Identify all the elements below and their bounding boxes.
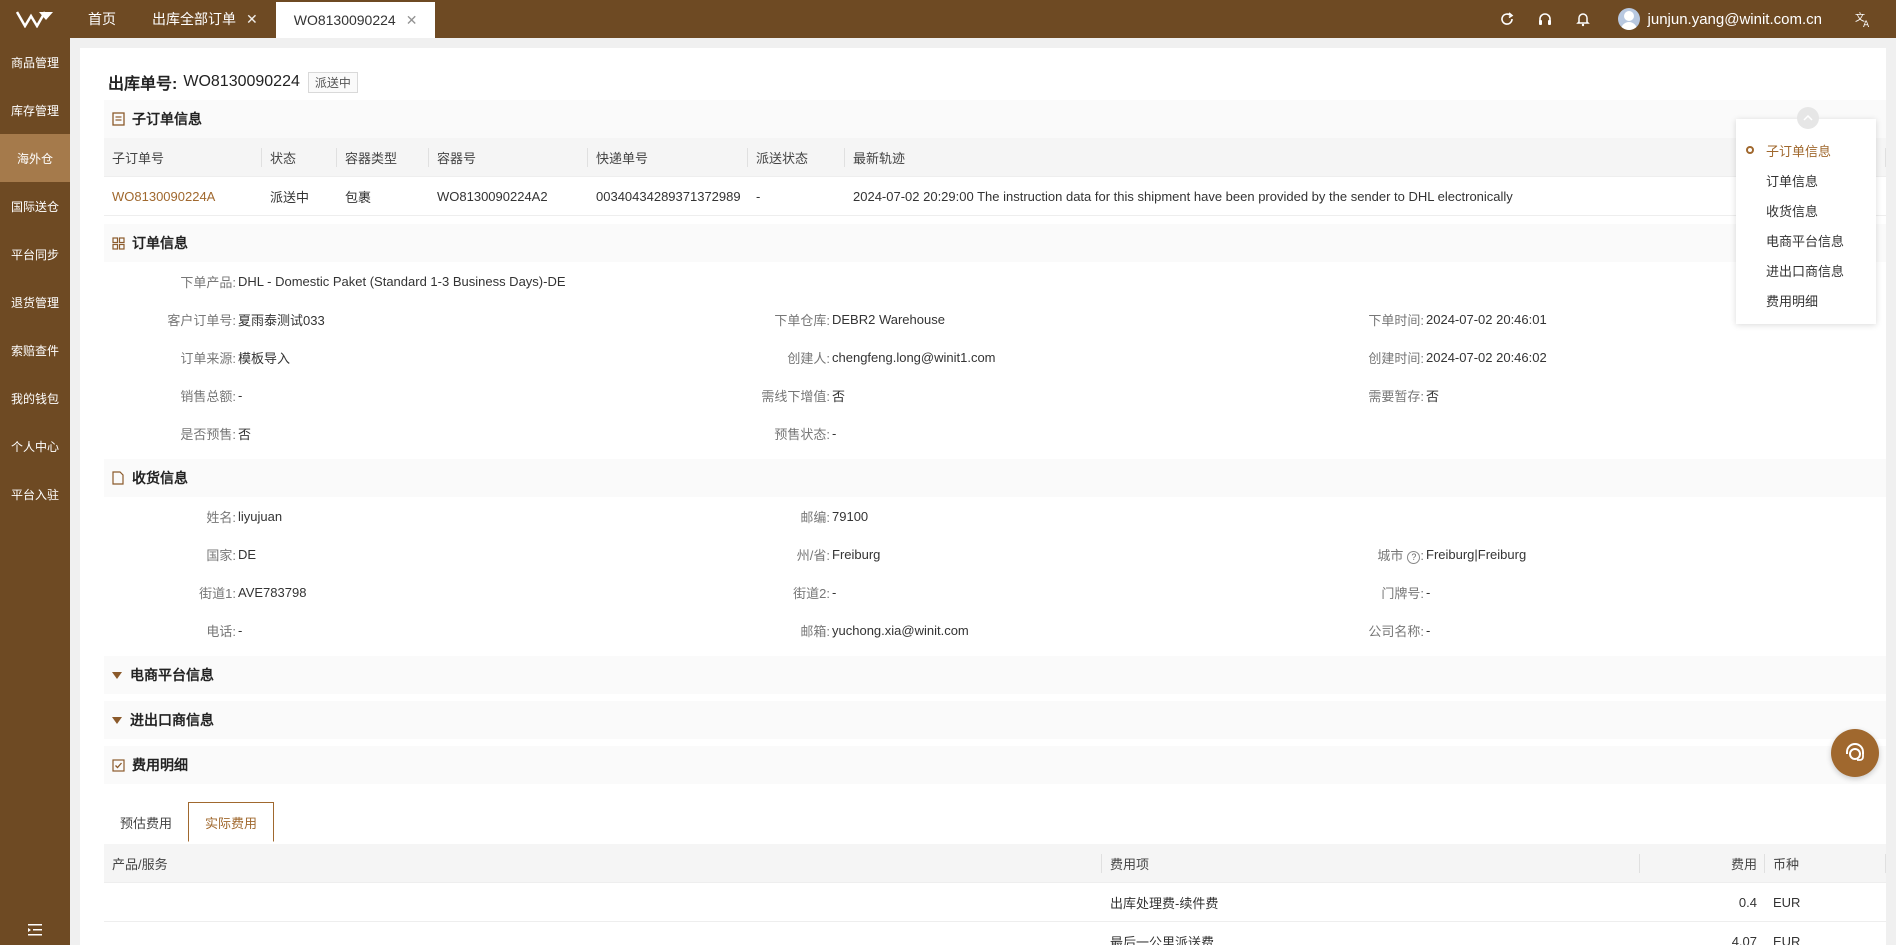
sidebar-item-products[interactable]: 商品管理 [0, 38, 70, 86]
sidebar-item-international[interactable]: 国际送仓 [0, 182, 70, 230]
column-header: 容器号 [429, 138, 588, 176]
help-icon[interactable]: ? [1407, 550, 1421, 564]
section-ecommerce-info[interactable]: 电商平台信息 [104, 656, 1886, 694]
anchor-item-fees[interactable]: 费用明细 [1766, 291, 1818, 310]
support-agent-icon [1846, 743, 1864, 761]
top-bar: 首页 出库全部订单 ✕ WO8130090224 ✕ junjun.yang@win… [0, 0, 1896, 38]
table-cell: 2024-07-02 20:29:00 The instruction data… [853, 188, 1513, 204]
column-header: 状态 [262, 138, 337, 176]
tab-order-detail[interactable]: WO8130090224 ✕ [275, 2, 436, 38]
grid-icon [112, 236, 126, 250]
info-row: 街道1: AVE783798 街道2: - 门牌号: - [199, 584, 1431, 601]
svg-text:A: A [1863, 20, 1870, 28]
page-title: 出库单号: WO8130090224 派送中 [108, 70, 358, 94]
anchor-item-import-export[interactable]: 进出口商信息 [1766, 261, 1844, 280]
caret-down-icon [112, 716, 122, 724]
table-cell: 00340434289371372989 [596, 188, 741, 204]
sidebar-item-platform-join[interactable]: 平台入驻 [0, 470, 70, 518]
checkbox-icon [112, 758, 126, 772]
section-receiver-info: 收货信息 [104, 459, 1886, 497]
section-order-info: 订单信息 [104, 224, 1886, 262]
column-header: 产品/服务 [104, 844, 1102, 882]
caret-down-icon [112, 671, 122, 679]
sub-order-table: 子订单号 状态 容器类型 容器号 快递单号 派送状态 最新轨迹 WO813009… [104, 138, 1886, 216]
info-row: 订单来源: 模板导入 创建人: chengfeng.long@winit1.com … [180, 349, 1547, 366]
main-content: 出库单号: WO8130090224 派送中 子订单信息 子订单号 状态 容器类… [70, 38, 1896, 945]
top-right-tools: junjun.yang@winit.com.cn 文A [1488, 0, 1896, 38]
column-header: 最新轨迹 [845, 138, 1886, 176]
anchor-item-sub-order[interactable]: 子订单信息 [1766, 141, 1831, 160]
document-icon [112, 112, 126, 126]
order-number: WO8130090224 [183, 73, 300, 90]
anchor-nav: 子订单信息 订单信息 收货信息 电商平台信息 进出口商信息 费用明细 [1736, 119, 1876, 324]
detail-card: 出库单号: WO8130090224 派送中 子订单信息 子订单号 状态 容器类… [80, 48, 1886, 945]
section-sub-order: 子订单信息 [104, 100, 1886, 138]
refresh-icon[interactable] [1497, 9, 1517, 29]
column-header: 费用 [1640, 844, 1765, 882]
table-cell: 派送中 [270, 189, 310, 205]
tab-actual-fees[interactable]: 实际费用 [188, 802, 275, 842]
sidebar-item-claims[interactable]: 索赔查件 [0, 326, 70, 374]
table-cell: 包裹 [345, 189, 372, 205]
table-row: 出库处理费-续件费 0.4 EUR [104, 883, 1886, 922]
order-info-grid: 下单产品: DHL - Domestic Paket (Standard 1-3 … [104, 262, 1886, 452]
column-header: 快递单号 [588, 138, 748, 176]
sidebar: 商品管理 库存管理 海外仓 国际送仓 平台同步 退货管理 索赔查件 我的钱包 个… [0, 38, 70, 945]
anchor-active-dot-icon [1746, 146, 1754, 154]
table-cell: - [756, 188, 761, 204]
close-icon[interactable]: ✕ [246, 11, 258, 28]
info-row: 下单产品: DHL - Domestic Paket (Standard 1-3 … [104, 262, 1886, 300]
table-row: 最后一公里派送费 4.07 EUR [104, 922, 1886, 945]
info-row: 销售总额: - 需线下增值: 否 需要暂存: 否 [180, 387, 1440, 404]
logo[interactable] [0, 0, 70, 38]
collapse-menu-icon[interactable] [0, 915, 70, 945]
info-row: 客户订单号: 夏雨泰测试033 下单仓库: DEBR2 Warehouse 下单时间… [167, 311, 1547, 328]
winit-logo-icon [15, 11, 53, 28]
info-row: 姓名: liyujuan 邮编: 79100 [206, 508, 869, 525]
customer-service-button[interactable] [1831, 729, 1879, 777]
anchor-item-receiver[interactable]: 收货信息 [1766, 201, 1818, 220]
status-badge: 派送中 [307, 71, 358, 93]
close-icon[interactable]: ✕ [406, 12, 418, 29]
column-header: 币种 [1765, 844, 1886, 882]
anchor-item-ecommerce[interactable]: 电商平台信息 [1766, 231, 1844, 250]
column-header: 子订单号 [104, 138, 262, 176]
info-row: 国家: DE 州/省: Freiburg 城市?: Freiburg|Freiburg [206, 546, 1527, 564]
sidebar-item-platform-sync[interactable]: 平台同步 [0, 230, 70, 278]
sidebar-item-inventory[interactable]: 库存管理 [0, 86, 70, 134]
bell-icon[interactable] [1573, 9, 1593, 29]
column-header: 派送状态 [748, 138, 845, 176]
table-row: WO8130090224A 派送中 包裹 WO8130090224A2 0034… [104, 177, 1886, 216]
sidebar-item-wallet[interactable]: 我的钱包 [0, 374, 70, 422]
tab-home[interactable]: 首页 [70, 0, 134, 38]
receiver-info-grid: 姓名: liyujuan 邮编: 79100 国家: DE 州/省: Freiburg … [104, 497, 1886, 649]
avatar[interactable] [1617, 8, 1640, 30]
fee-table: 产品/服务 费用项 费用 币种 出库处理费-续件费 0.4 EUR 最后一公里派… [104, 844, 1886, 945]
section-import-export-info[interactable]: 进出口商信息 [104, 701, 1886, 739]
tab-estimated-fees[interactable]: 预估费用 [104, 802, 188, 842]
fee-tabs: 预估费用 实际费用 [104, 802, 275, 842]
translate-icon[interactable]: 文A [1853, 9, 1873, 29]
field-label: 下单产品: [180, 274, 236, 290]
file-icon [112, 471, 126, 485]
tab-strip: 首页 出库全部订单 ✕ WO8130090224 ✕ [70, 0, 436, 38]
info-row: 是否预售: 否 预售状态: - [180, 425, 837, 442]
sidebar-item-returns[interactable]: 退货管理 [0, 278, 70, 326]
column-header: 费用项 [1102, 844, 1640, 882]
field-value: DHL - Domestic Paket (Standard 1-3 Busin… [238, 273, 566, 289]
table-header-row: 子订单号 状态 容器类型 容器号 快递单号 派送状态 最新轨迹 [104, 138, 1886, 177]
sub-order-link[interactable]: WO8130090224A [104, 177, 262, 215]
user-email[interactable]: junjun.yang@winit.com.cn [1648, 11, 1822, 28]
anchor-item-order-info[interactable]: 订单信息 [1766, 171, 1818, 190]
info-row: 电话: - 邮箱: yuchong.xia@winit.com 公司名称: - [206, 622, 1431, 639]
headset-icon[interactable] [1535, 9, 1555, 29]
sidebar-item-personal[interactable]: 个人中心 [0, 422, 70, 470]
tab-all-outbound-orders[interactable]: 出库全部订单 ✕ [134, 0, 276, 38]
table-cell: WO8130090224A2 [437, 188, 548, 204]
sidebar-item-overseas-warehouse[interactable]: 海外仓 [0, 134, 70, 182]
section-fee-details: 费用明细 [104, 746, 1886, 784]
table-header-row: 产品/服务 费用项 费用 币种 [104, 844, 1886, 883]
column-header: 容器类型 [337, 138, 429, 176]
chevron-up-icon[interactable] [1797, 107, 1819, 129]
